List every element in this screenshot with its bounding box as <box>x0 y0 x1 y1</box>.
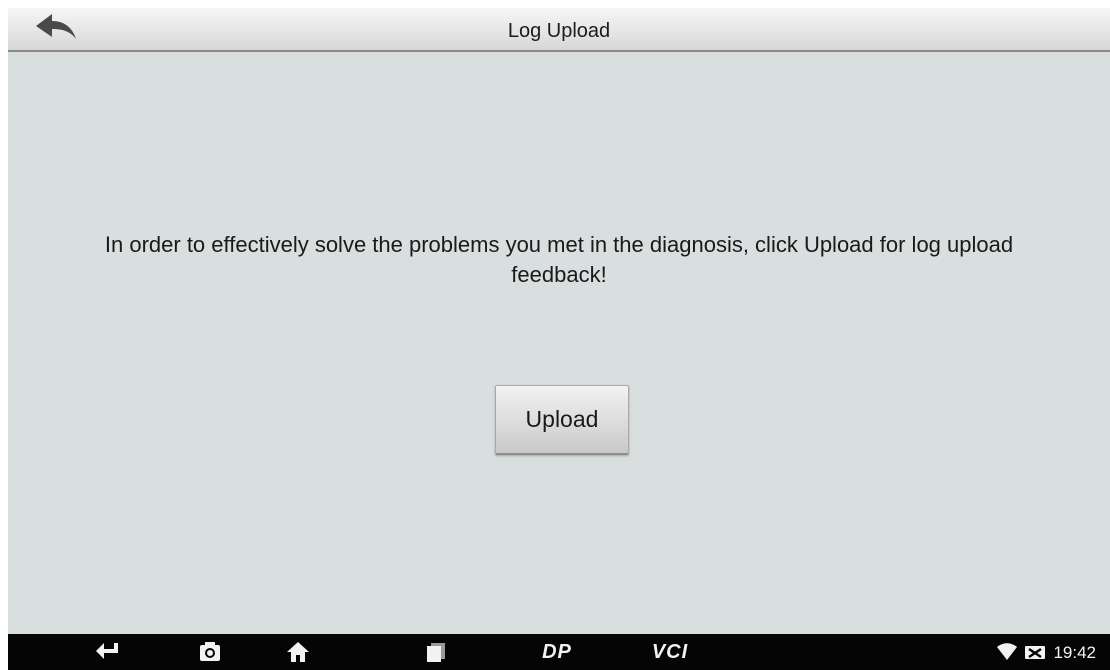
wifi-icon <box>996 634 1018 670</box>
back-icon[interactable] <box>88 634 128 670</box>
app-screen: Log Upload In order to effectively solve… <box>8 8 1110 670</box>
page-title: Log Upload <box>507 20 611 42</box>
dp-icon[interactable]: DP <box>532 634 582 670</box>
dp-label: DP <box>542 640 572 663</box>
recent-apps-icon[interactable] <box>416 634 456 670</box>
no-sim-icon <box>1024 634 1046 670</box>
status-time: 19:42 <box>1053 643 1096 662</box>
upload-instructions: In order to effectively solve the proble… <box>104 232 1014 287</box>
system-nav-bar: DP VCI 19:42 <box>8 634 1110 670</box>
vci-label: VCI <box>651 640 689 663</box>
camera-icon[interactable] <box>190 634 230 670</box>
home-icon[interactable] <box>278 634 318 670</box>
vci-icon[interactable]: VCI <box>642 634 698 670</box>
title-bar: Log Upload <box>8 8 1110 52</box>
upload-button[interactable]: Upload <box>495 385 629 455</box>
